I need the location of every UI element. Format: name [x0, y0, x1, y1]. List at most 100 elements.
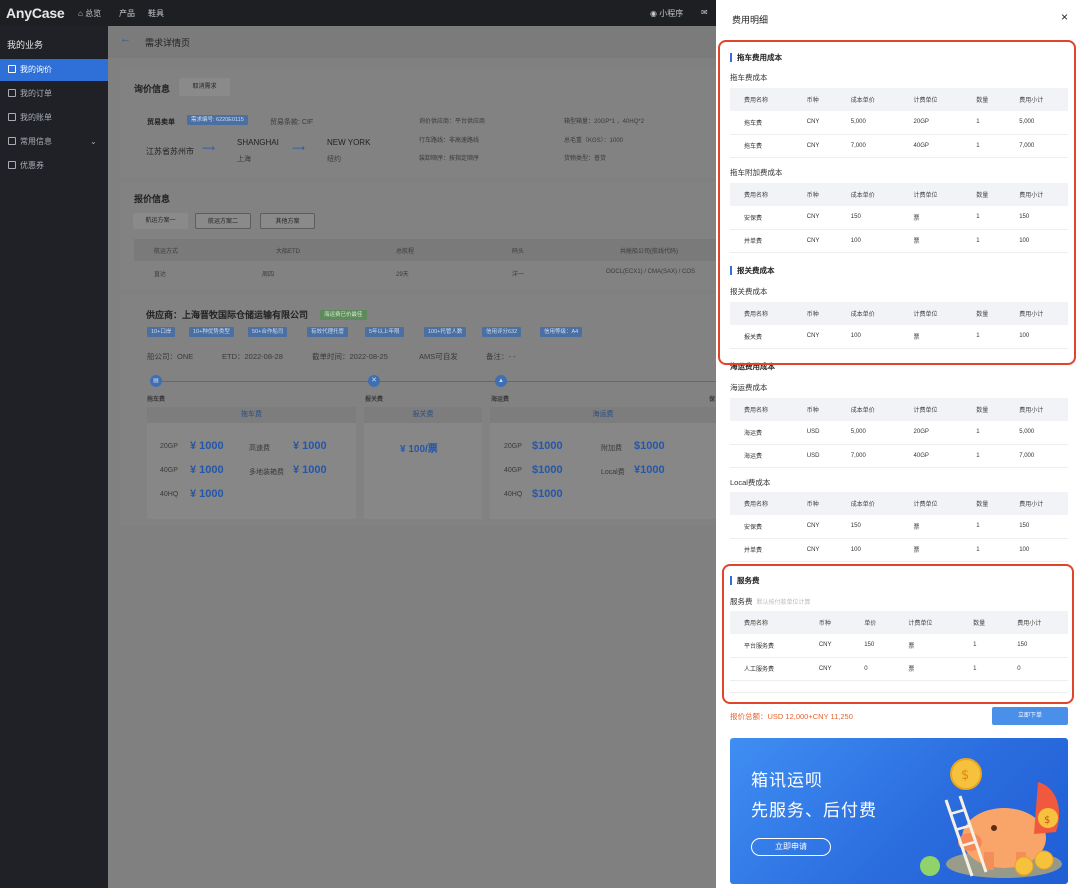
quote-total: 报价总额：USD 12,000+CNY 11,250 — [730, 712, 853, 721]
local-cost-table: 费用名称 币种 成本单价 计费单位 数量 费用小计 安保费 CNY 150 票 1 150… — [730, 492, 1068, 562]
col-terminal: 码头 — [512, 249, 525, 255]
col-fee-name: 费用名称 — [730, 492, 793, 515]
supplier-name: 供应商：上海晋牧国际仓储运输有限公司 — [146, 310, 309, 320]
sidebar-item-my-bills[interactable]: 我的账单 — [0, 107, 108, 129]
tab-other-plans[interactable]: 其他方案 — [260, 213, 315, 229]
sidebar-item-coupons[interactable]: 优惠券 — [0, 155, 108, 177]
tab-plan-one[interactable]: 航运方案一 — [133, 213, 188, 229]
nav-tools[interactable]: 鞋具 — [148, 8, 164, 19]
supplier-tag: 50+合作船司 — [248, 327, 288, 337]
sidebar-title: 我的业务 — [7, 40, 44, 50]
multi-loading-price: ¥ 1000 — [293, 464, 327, 476]
back-arrow-icon[interactable]: ← — [120, 33, 131, 45]
sidebar: 我的业务 我的询价 我的订单 我的账单 常用信息 ⌄ 优惠券 — [0, 26, 108, 888]
cell-quantity: 1 — [962, 444, 1006, 468]
cell-currency: CNY — [792, 515, 837, 539]
highway-fee-label: 高速费 — [249, 445, 270, 452]
pol: SHANGHAI — [237, 138, 279, 147]
quote-card: 报价信息 航运方案一 航运方案二 其他方案 航运方式 大船ETD 总航程 码头 … — [120, 182, 716, 290]
home-icon: ⌂ — [78, 9, 83, 18]
svg-text:$: $ — [1044, 815, 1050, 826]
cell-unit-cost: 150 — [836, 515, 900, 539]
cell-billing-unit: 40GP — [899, 444, 963, 468]
sidebar-item-my-orders[interactable]: 我的订单 — [0, 83, 108, 105]
col-subtotal: 费用小计 — [1005, 398, 1068, 421]
tow-20gp-price: ¥ 1000 — [190, 440, 224, 452]
ams: AMS可自发 — [419, 352, 458, 361]
table-row: 安保费 CNY 150 票 1 150 — [730, 515, 1068, 539]
ocean-fee-panel: 海运费 20GP $1000 附加费 $1000 40GP $1000 Loca… — [490, 407, 716, 519]
ocean-fee-title: 海运费 — [490, 407, 716, 423]
nav-overview[interactable]: ⌂ 总览 — [78, 8, 101, 19]
col-fee-name: 费用名称 — [730, 398, 793, 421]
col-unit-cost: 成本单价 — [836, 492, 900, 515]
supplier-tag: 10+口岸 — [147, 327, 176, 337]
tools-icon: ✕ — [368, 375, 380, 387]
cutoff-time: 截单时间：2022-08-25 — [312, 352, 388, 361]
bills-icon — [8, 113, 16, 121]
cell-fee-name: 海运费 — [730, 444, 793, 468]
cell-currency: USD — [792, 444, 837, 468]
nav-products[interactable]: 产品 — [119, 8, 135, 19]
svg-text:$: $ — [961, 768, 969, 783]
col-billing-unit: 计费单位 — [899, 492, 963, 515]
trade-type: 贸易卖单 — [147, 119, 175, 126]
surcharge-price: $1000 — [634, 440, 665, 452]
tow-40gp-price: ¥ 1000 — [190, 464, 224, 476]
apply-now-button[interactable]: 立即申请 — [751, 838, 831, 856]
nav-overview-label: 总览 — [85, 9, 102, 18]
pod: NEW YORK — [327, 138, 371, 147]
ocean-40hq-price: $1000 — [532, 488, 563, 500]
carrier: 船公司：ONE — [147, 352, 194, 361]
supplier-tag: 信用等级：A4 — [540, 327, 583, 337]
info-icon — [8, 137, 16, 145]
cell-currency: CNY — [792, 538, 837, 562]
trade-terms: 贸易条款: CIF — [270, 119, 314, 126]
local-fee-price: ¥1000 — [634, 464, 665, 476]
piggy-bank-illustration: $ $ — [920, 758, 1062, 878]
close-icon[interactable]: × — [1061, 10, 1068, 24]
col-subtotal: 费用小计 — [1005, 492, 1068, 515]
place-order-button[interactable]: 立即下单 — [992, 707, 1068, 725]
app-logo[interactable]: AnyCase — [6, 5, 65, 21]
sidebar-item-my-inquiry[interactable]: 我的询价 — [0, 59, 108, 81]
request-number-tag: 需求编号: 6220E0115 — [187, 115, 248, 125]
ocean-cost-table: 费用名称 币种 成本单价 计费单位 数量 费用小计 海运费 USD 5,000 20G… — [730, 398, 1068, 468]
route-arrow-icon: ⟶ — [292, 143, 305, 153]
customs-fee-panel: 报关费 ¥ 100/票 — [364, 407, 482, 519]
sidebar-item-label: 我的账单 — [20, 113, 52, 122]
cell-quantity: 1 — [962, 538, 1006, 562]
tow-40hq-label: 40HQ — [160, 491, 179, 498]
cancel-request-button[interactable]: 取消需求 — [179, 78, 230, 96]
customs-fee-price: ¥ 100/票 — [400, 444, 438, 455]
chat-icon[interactable]: ✉ — [701, 8, 708, 17]
chevron-down-icon: ⌄ — [90, 137, 97, 146]
ocean-20gp-price: $1000 — [532, 440, 563, 452]
cell-etd: 周四 — [262, 272, 275, 278]
cell-currency: USD — [792, 421, 837, 445]
best-price-badge: 海运费已价最佳 — [320, 310, 367, 320]
cell-unit-cost: 7,000 — [836, 444, 900, 468]
sidebar-item-common-info[interactable]: 常用信息 ⌄ — [0, 131, 108, 153]
supplier-tag: 5年以上年限 — [365, 327, 404, 337]
col-transit: 总航程 — [396, 249, 415, 255]
progress-line — [154, 381, 716, 382]
surcharge-label: 附加费 — [601, 445, 622, 452]
tow-40gp-label: 40GP — [160, 467, 178, 474]
page-header: ← 需求详情页 — [108, 26, 718, 58]
mini-program-link[interactable]: ◉ 小程序 — [650, 8, 683, 19]
cell-billing-unit: 20GP — [899, 421, 963, 445]
promo-banner[interactable]: 箱讯运呗 先服务、后付费 立即申请 $ $ — [730, 738, 1068, 884]
ocean-40hq-label: 40HQ — [504, 491, 523, 498]
sidebar-item-label: 我的询价 — [20, 65, 52, 74]
tab-plan-two[interactable]: 航运方案二 — [195, 213, 251, 229]
cell-terminal: 洋一 — [512, 272, 525, 278]
step-insurance: 保 — [709, 397, 716, 403]
orders-icon — [8, 89, 16, 97]
inquiry-icon — [8, 65, 16, 73]
gross-weight: 总毛重（KGS）：1000 — [564, 138, 624, 144]
coupon-icon — [8, 161, 16, 169]
truck-icon: ▤ — [150, 375, 162, 387]
tow-40hq-price: ¥ 1000 — [190, 488, 224, 500]
cell-subtotal: 100 — [1005, 538, 1068, 562]
